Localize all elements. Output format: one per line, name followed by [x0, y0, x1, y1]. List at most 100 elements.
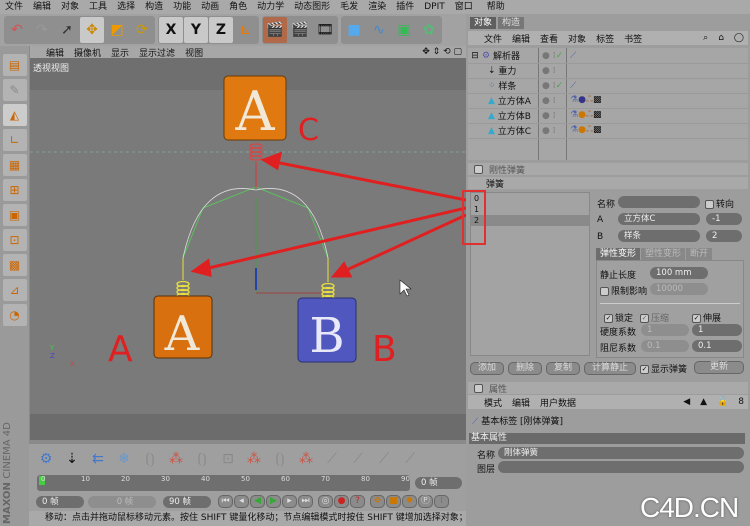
y-axis-icon[interactable]: Y	[184, 17, 208, 43]
tags-icons[interactable]: ⚗●ஃ▩	[570, 95, 602, 106]
edges-icon[interactable]: ∟	[2, 129, 27, 151]
select-icon[interactable]: ➚	[55, 17, 79, 43]
tab-break[interactable]: 断开	[686, 248, 713, 260]
up-arrow-icon[interactable]: ▲	[700, 397, 707, 407]
rest-length-field[interactable]: 100 mm	[650, 267, 708, 279]
tags-icons[interactable]: ⚗●ஃ▩	[570, 125, 602, 136]
limit-field[interactable]: 10000	[650, 283, 708, 295]
menu-select[interactable]: 选择	[112, 0, 140, 14]
spring-tool-icon[interactable]: ⟋	[320, 446, 344, 472]
vp-menu-filter[interactable]: 显示过滤	[139, 46, 175, 59]
cluster-icon[interactable]: ⁂	[164, 446, 188, 472]
undo-icon[interactable]: ↶	[5, 17, 29, 43]
attr-menu-edit[interactable]: 编辑	[512, 396, 530, 409]
play-icon[interactable]: ▶	[266, 495, 281, 508]
tab-structure[interactable]: 构造	[498, 17, 525, 29]
rotate-icon[interactable]: ⟳	[130, 17, 154, 43]
redo-icon[interactable]: ↷	[30, 17, 54, 43]
z-axis-icon[interactable]: Z	[209, 17, 233, 43]
checker-icon[interactable]: ▩	[2, 254, 27, 276]
menu-object[interactable]: 对象	[56, 0, 84, 14]
points-icon[interactable]: ◭	[2, 104, 27, 126]
menu-animation[interactable]: 动画	[196, 0, 224, 14]
om-menu-tags[interactable]: 标签	[596, 32, 614, 45]
start-frame-field[interactable]: 0 帧	[36, 496, 84, 508]
cube-c[interactable]: A	[223, 75, 287, 143]
texture-icon[interactable]: ⊞	[2, 179, 27, 201]
collapse-checkbox[interactable]	[474, 164, 483, 174]
menu-hair[interactable]: 毛发	[335, 0, 363, 14]
go-end-icon[interactable]: ⏭	[298, 495, 313, 508]
menu-file[interactable]: 文件	[0, 0, 28, 14]
menu-help[interactable]: 帮助	[482, 0, 510, 14]
key-param-icon[interactable]: Ⓟ	[418, 495, 433, 508]
menu-tools[interactable]: 工具	[84, 0, 112, 14]
spring-tool-icon[interactable]: ⟋	[398, 446, 422, 472]
spring-list[interactable]: 0 1 2	[470, 192, 590, 356]
key-pla-icon[interactable]: ⁞	[434, 495, 449, 508]
spring-tool-icon[interactable]: ⟋	[372, 446, 396, 472]
nurbs-icon[interactable]: ▣	[392, 17, 416, 43]
tree-item-spline[interactable]: ⁘ 样条 ● ⁞✓ ⟋	[468, 79, 748, 94]
viewport[interactable]: A A B C A B Y Z X 透视视图	[30, 58, 466, 440]
menu-dpit[interactable]: DPIT	[419, 0, 450, 14]
menu-render[interactable]: 渲染	[363, 0, 391, 14]
wind-icon[interactable]: ⇇	[86, 446, 110, 472]
compress-checkbox[interactable]: ✓ 压缩	[640, 311, 669, 324]
spring-tool-icon[interactable]: ⟋	[346, 446, 370, 472]
current-frame-field[interactable]: 0 帧	[415, 477, 462, 489]
stretch-checkbox[interactable]: ✓ 伸展	[692, 311, 721, 324]
snap-icon[interactable]: ⊿	[2, 279, 27, 301]
object-mode-icon[interactable]: ✎	[2, 79, 27, 101]
vp-menu-camera[interactable]: 摄像机	[74, 46, 101, 59]
om-menu-edit[interactable]: 编辑	[512, 32, 530, 45]
attr-menu-userdata[interactable]: 用户数据	[540, 396, 576, 409]
gear-icon[interactable]: ⚙	[34, 446, 58, 472]
delete-button[interactable]: 删除	[508, 362, 542, 375]
object-a-field[interactable]: 立方体C	[618, 213, 700, 225]
polygons-icon[interactable]: ▦	[2, 154, 27, 176]
search-icon[interactable]: ⌕	[703, 33, 708, 43]
om-menu-object[interactable]: 对象	[568, 32, 586, 45]
cluster-icon[interactable]: ⁂	[294, 446, 318, 472]
tags-icons[interactable]: ⚗●ஃ▩	[570, 110, 602, 121]
menu-mograph[interactable]: 动态图形	[289, 0, 335, 14]
back-arrow-icon[interactable]: ◀	[683, 397, 690, 407]
scale-icon[interactable]: ◩	[105, 17, 129, 43]
tree-item-cube-b[interactable]: ▲ 立方体B ● ⁞ ⚗●ஃ▩	[468, 109, 748, 124]
lock-icon[interactable]: 🔓	[717, 397, 728, 407]
vp-menu-edit[interactable]: 编辑	[46, 46, 64, 59]
spring-list-item[interactable]: 1	[471, 204, 589, 215]
tree-item-gravity[interactable]: ⇣ 重力 ● ⁞	[468, 64, 748, 79]
mograph-icon[interactable]: ✿	[417, 17, 441, 43]
next-key-icon[interactable]: ▸	[282, 495, 297, 508]
om-menu-view[interactable]: 查看	[540, 32, 558, 45]
spring-list-item-selected[interactable]: 2	[471, 215, 589, 226]
cube-spring-icon[interactable]: ⊡	[216, 446, 240, 472]
limit-checkbox[interactable]: 限制影响	[600, 284, 647, 297]
tweak-icon[interactable]: ◔	[2, 304, 27, 326]
copy-button[interactable]: 复制	[546, 362, 580, 375]
menu-window[interactable]: 窗口	[450, 0, 478, 14]
show-spring-checkbox[interactable]: ✓ 显示弹簧	[640, 362, 687, 375]
autokey-icon[interactable]: ?	[350, 495, 365, 508]
lock-checkbox[interactable]: ✓ 锁定	[604, 311, 633, 324]
menu-functions[interactable]: 功能	[168, 0, 196, 14]
model-mode-icon[interactable]: ▤	[2, 54, 27, 76]
attr-layer-field[interactable]	[498, 461, 744, 473]
range-slider[interactable]: 0 帧	[88, 496, 156, 508]
move-icon[interactable]: ✥	[80, 17, 104, 43]
play-back-icon[interactable]: ◀	[250, 495, 265, 508]
stiffness-compress-field[interactable]: 1	[641, 324, 689, 336]
spring-list-item[interactable]: 0	[471, 193, 589, 204]
link-icon[interactable]: 8	[738, 397, 744, 407]
workplane-icon[interactable]: ▣	[2, 204, 27, 226]
spring-tag-icon[interactable]: ⟋	[570, 81, 576, 91]
spring-name-field[interactable]	[618, 196, 700, 208]
vp-nav-icons[interactable]: ✥ ⇕ ⟲ ▢	[422, 47, 462, 57]
render-picture-icon[interactable]: 🎬	[288, 17, 312, 43]
tab-elastic[interactable]: 弹性变形	[596, 248, 641, 260]
home-icon[interactable]: ⌂	[718, 33, 724, 43]
record-icon[interactable]: ●	[334, 495, 349, 508]
particles-icon[interactable]: ❄	[112, 446, 136, 472]
